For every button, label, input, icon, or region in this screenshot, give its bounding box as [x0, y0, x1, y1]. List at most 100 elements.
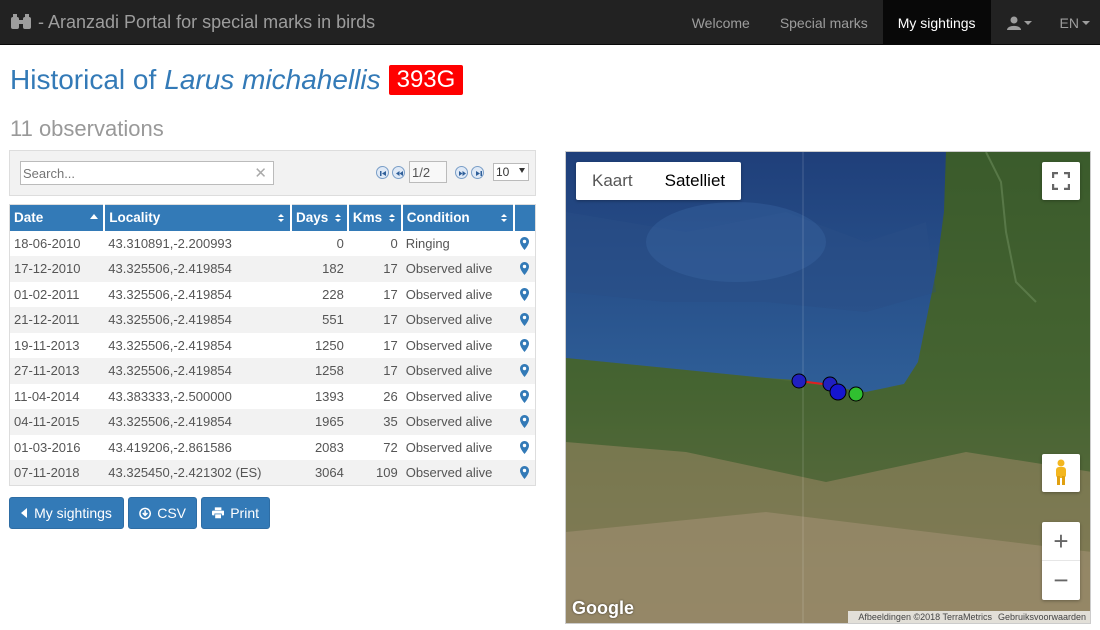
map-pin-cell[interactable] — [513, 256, 536, 282]
map-marker-icon[interactable] — [519, 466, 529, 479]
zoom-in-button[interactable]: + — [1042, 523, 1080, 561]
table-toolbar: ✕ 1/2 10 — [9, 150, 536, 196]
csv-button[interactable]: CSV — [128, 497, 197, 529]
action-buttons: My sightings CSV Print — [9, 497, 274, 529]
fullscreen-icon — [1052, 172, 1070, 190]
ringing-marker[interactable] — [848, 386, 864, 402]
table-row: 17-12-2010 43.325506,-2.419854 182 17 Observ… — [9, 256, 536, 282]
user-icon — [1006, 16, 1021, 30]
brand-title: - Aranzadi Portal for special marks in b… — [38, 11, 376, 32]
col-locality[interactable]: Locality — [104, 204, 293, 231]
printer-icon — [212, 507, 225, 519]
table-row: 01-03-2016 43.419206,-2.861586 2083 72 Obser… — [10, 435, 536, 461]
terms-link[interactable]: Gebruiksvoorwaarden — [998, 612, 1086, 622]
page-number-input[interactable]: 1/2 — [409, 161, 447, 183]
map-type-control: Kaart Satelliet — [576, 162, 742, 200]
sort-icon — [500, 214, 507, 222]
map-marker-icon[interactable] — [519, 440, 529, 454]
first-page-icon — [380, 170, 386, 176]
street-view-button[interactable] — [1042, 454, 1080, 492]
binoculars-icon — [11, 14, 31, 29]
nav-my-sightings[interactable]: My sightings — [882, 0, 991, 45]
map-marker-icon[interactable] — [519, 338, 529, 352]
table-row: 27-11-2013 43.325506,-2.419854 1258 17 Obser… — [9, 358, 536, 384]
next-page-icon — [459, 170, 466, 176]
table-row: 07-11-2018 43.325450,-2.421302 (ES) 3064 10… — [9, 460, 536, 486]
language-menu[interactable]: EN — [1048, 0, 1100, 45]
map-pin-cell[interactable] — [513, 409, 536, 435]
table-row: 11-04-2014 43.383333,-2.500000 1393 26 Obser… — [10, 384, 536, 410]
rows-per-page-select[interactable]: 10 — [493, 163, 529, 181]
table-header-row: Date Locality Days Kms Condition — [9, 204, 536, 231]
prev-page-icon — [396, 170, 403, 176]
zoom-control: + − — [1042, 522, 1080, 600]
satellite-imagery — [566, 152, 1090, 623]
sort-icon — [278, 214, 285, 222]
nav-welcome[interactable]: Welcome — [677, 0, 765, 45]
sightings-map[interactable]: Kaart Satelliet + − Google Afbeeldingen … — [565, 151, 1091, 624]
table-row: 21-12-2011 43.325506,-2.419854 551 17 Observ… — [9, 307, 536, 333]
map-marker-icon[interactable] — [519, 287, 529, 301]
nav-special-marks[interactable]: Special marks — [765, 0, 883, 45]
sort-asc-icon — [90, 214, 99, 219]
caret-down-icon — [1023, 20, 1032, 25]
sort-icon — [334, 214, 341, 222]
last-page-button[interactable] — [471, 165, 484, 179]
caret-down-icon — [1082, 20, 1090, 25]
imagery-credit: Afbeeldingen ©2018 TerraMetrics — [858, 612, 992, 622]
species-name: Larus michahellis — [164, 64, 381, 95]
nav-menu: Welcome Special marks My sightings EN — [677, 0, 1100, 45]
language-label: EN — [1059, 14, 1079, 31]
map-marker-icon[interactable] — [519, 313, 529, 327]
map-marker-icon[interactable] — [519, 364, 529, 378]
map-pin-cell[interactable] — [514, 384, 536, 410]
map-marker-icon[interactable] — [519, 389, 529, 403]
ring-code-badge: 393G — [388, 65, 464, 95]
user-menu[interactable] — [991, 0, 1048, 45]
zoom-out-button[interactable]: − — [1042, 561, 1080, 599]
chevron-left-icon — [21, 508, 28, 518]
map-pin-cell[interactable] — [514, 231, 536, 257]
map-type-map[interactable]: Kaart — [576, 162, 649, 200]
brand[interactable]: - Aranzadi Portal for special marks in b… — [0, 0, 375, 45]
map-attribution: Afbeeldingen ©2018 TerraMetrics Gebruiks… — [848, 611, 1090, 623]
table-row: 19-11-2013 43.325506,-2.419854 1250 17 Obser… — [10, 333, 536, 359]
select-arrow-icon — [519, 168, 525, 173]
table-row: 04-11-2015 43.325506,-2.419854 1965 35 Obser… — [9, 409, 536, 435]
download-icon — [139, 507, 152, 519]
col-date[interactable]: Date — [9, 204, 106, 231]
map-pin-cell[interactable] — [513, 307, 536, 333]
rows-per-page-value: 10 — [496, 165, 510, 179]
map-type-satellite[interactable]: Satelliet — [649, 162, 741, 200]
search-box: ✕ — [20, 161, 274, 185]
my-sightings-button[interactable]: My sightings — [9, 497, 124, 529]
search-input[interactable] — [21, 162, 241, 184]
prev-page-button[interactable] — [392, 165, 405, 179]
map-pin-cell[interactable] — [513, 358, 536, 384]
page-title: Historical of Larus michahellis 393G — [10, 64, 464, 96]
map-marker-icon[interactable] — [519, 236, 529, 250]
clear-search-icon[interactable]: ✕ — [254, 164, 267, 182]
first-page-button[interactable] — [376, 165, 389, 179]
last-page-icon — [476, 170, 482, 176]
table-row: 18-06-2010 43.310891,-2.200993 0 0 Ringing — [10, 231, 536, 257]
col-days[interactable]: Days — [291, 204, 349, 231]
map-marker-icon[interactable] — [519, 262, 529, 276]
sighting-marker[interactable] — [791, 373, 807, 389]
sort-icon — [388, 214, 395, 222]
map-pin-cell[interactable] — [514, 282, 536, 308]
pagination: 1/2 10 — [376, 161, 529, 183]
col-condition[interactable]: Condition — [401, 204, 515, 231]
print-button[interactable]: Print — [201, 497, 270, 529]
navbar: - Aranzadi Portal for special marks in b… — [0, 0, 1100, 45]
next-page-button[interactable] — [455, 165, 468, 179]
sighting-marker[interactable] — [829, 383, 847, 401]
map-pin-cell[interactable] — [514, 435, 536, 461]
fullscreen-button[interactable] — [1042, 162, 1080, 200]
table-body: 18-06-2010 43.310891,-2.200993 0 0 Ringing 1… — [9, 231, 536, 486]
map-pin-cell[interactable] — [513, 460, 536, 486]
col-kms[interactable]: Kms — [347, 204, 403, 231]
map-pin-cell[interactable] — [514, 333, 536, 359]
observation-count: 11 observations — [10, 116, 164, 141]
map-marker-icon[interactable] — [519, 415, 529, 429]
